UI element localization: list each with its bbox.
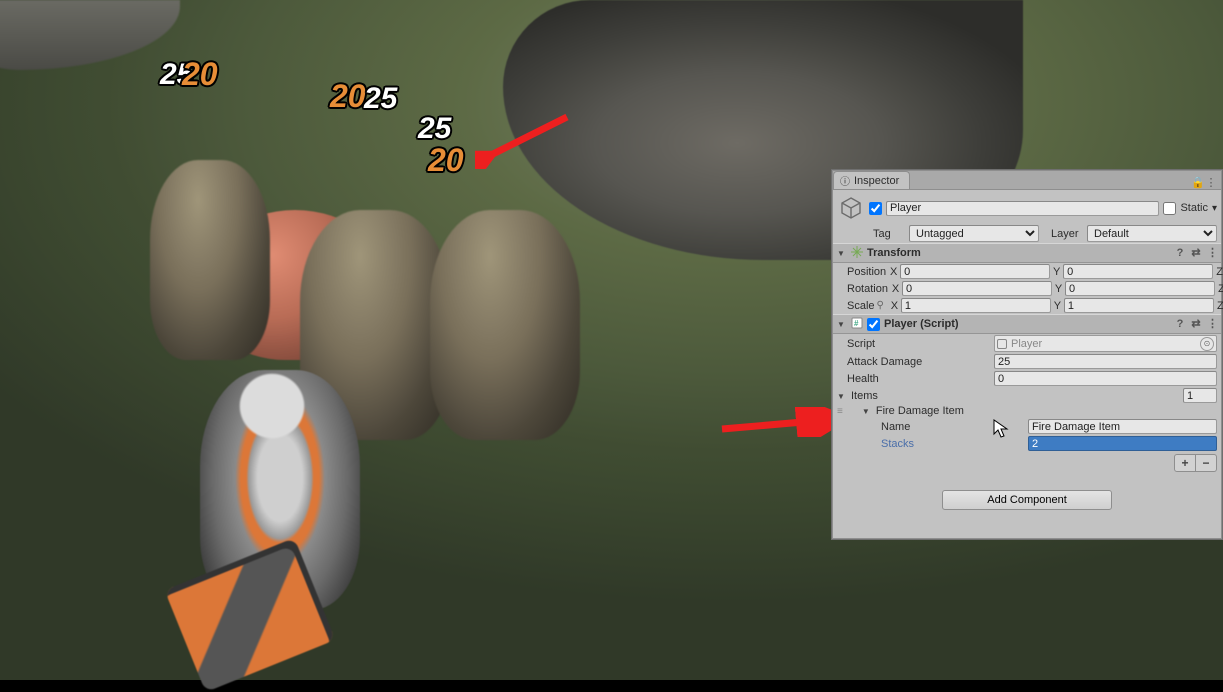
help-icon[interactable]: ? <box>1175 319 1185 330</box>
help-icon[interactable]: ? <box>1175 248 1185 259</box>
add-component-row: Add Component <box>833 476 1221 538</box>
attack-damage-row: Attack Damage <box>833 353 1221 370</box>
annotation-arrow <box>718 407 848 437</box>
items-list-item-header[interactable]: Fire Damage Item <box>833 404 1221 418</box>
items-item0-heading: Fire Damage Item <box>876 405 964 417</box>
axis-z-label: Z <box>1215 300 1223 312</box>
script-object-value: Player <box>1011 338 1042 350</box>
layer-dropdown[interactable]: Default <box>1087 225 1217 242</box>
enemy-zombie <box>430 210 580 440</box>
player-script-component-header[interactable]: # Player (Script) ? ⇄ ⋮ <box>833 314 1221 334</box>
foldout-icon[interactable] <box>837 390 849 402</box>
axis-z-label: Z <box>1216 283 1223 295</box>
items-list-footer: + − <box>833 452 1221 476</box>
damage-number: 25 <box>160 58 193 92</box>
axis-x-label: X <box>889 300 900 312</box>
axis-z-label: Z <box>1214 266 1223 278</box>
static-dropdown-icon[interactable]: ▾ <box>1212 203 1217 214</box>
layer-label: Layer <box>1051 228 1083 240</box>
inspector-tab-label: Inspector <box>854 175 899 187</box>
gameobject-name-field[interactable] <box>886 201 1159 216</box>
list-remove-button[interactable]: − <box>1196 454 1217 472</box>
static-checkbox[interactable] <box>1163 202 1176 215</box>
inspector-tab-bar: ⓘ Inspector 🔒 ⋮ <box>833 171 1221 190</box>
damage-number: 25 <box>364 82 397 116</box>
axis-y-label: Y <box>1051 266 1062 278</box>
axis-y-label: Y <box>1052 300 1063 312</box>
rotation-x-field[interactable] <box>902 281 1052 296</box>
kebab-menu-icon[interactable]: ⋮ <box>1207 319 1217 330</box>
enemy-zombie <box>150 160 270 360</box>
attack-damage-field[interactable] <box>994 354 1217 369</box>
rotation-row: Rotation X Y Z <box>833 280 1221 297</box>
axis-y-label: Y <box>1053 283 1064 295</box>
inspector-panel: ⓘ Inspector 🔒 ⋮ Static ▾ Tag Untagged La… <box>832 170 1222 539</box>
info-icon: ⓘ <box>840 173 850 188</box>
transform-icon <box>851 246 863 261</box>
damage-number: 20 <box>330 78 366 115</box>
scale-label: Scale <box>837 300 875 312</box>
tag-dropdown[interactable]: Untagged <box>909 225 1039 242</box>
damage-number: 20 <box>428 142 464 179</box>
gameobject-icon[interactable] <box>837 194 865 222</box>
static-label: Static <box>1180 202 1208 214</box>
damage-number: 20 <box>182 56 218 93</box>
position-label: Position <box>837 266 886 278</box>
object-picker-icon[interactable]: ⊙ <box>1200 337 1214 351</box>
attack-damage-label: Attack Damage <box>837 356 992 368</box>
script-asset-icon <box>997 339 1007 349</box>
item-name-row: Name <box>833 418 1221 435</box>
list-add-button[interactable]: + <box>1174 454 1196 472</box>
items-list-header[interactable]: Items <box>833 387 1221 404</box>
gameobject-header: Static ▾ <box>833 190 1221 224</box>
health-field[interactable] <box>994 371 1217 386</box>
rotation-y-field[interactable] <box>1065 281 1215 296</box>
script-label: Script <box>837 338 992 350</box>
transform-component-header[interactable]: Transform ? ⇄ ⋮ <box>833 243 1221 263</box>
rotation-label: Rotation <box>837 283 888 295</box>
tag-label: Tag <box>873 228 905 240</box>
item-stacks-field[interactable] <box>1028 436 1217 451</box>
position-y-field[interactable] <box>1063 264 1213 279</box>
scale-x-field[interactable] <box>901 298 1051 313</box>
mouse-cursor <box>993 419 1011 444</box>
script-icon: # <box>851 317 863 332</box>
script-object-field[interactable]: Player ⊙ <box>994 335 1217 352</box>
preset-icon[interactable]: ⇄ <box>1191 319 1201 330</box>
scale-row: Scale ⚲ X Y Z <box>833 297 1221 314</box>
kebab-menu-icon[interactable]: ⋮ <box>1205 176 1217 189</box>
axis-x-label: X <box>890 283 901 295</box>
rock-prop-2 <box>0 0 180 70</box>
item-name-field[interactable] <box>1028 419 1217 434</box>
drag-handle-icon[interactable] <box>837 405 846 417</box>
tag-layer-row: Tag Untagged Layer Default <box>833 224 1221 243</box>
item-stacks-row: Stacks <box>833 435 1221 452</box>
foldout-icon[interactable] <box>848 405 874 417</box>
axis-x-label: X <box>888 266 899 278</box>
position-x-field[interactable] <box>900 264 1050 279</box>
svg-text:#: # <box>854 319 859 328</box>
damage-number: 25 <box>418 112 451 146</box>
lock-icon[interactable]: 🔒 <box>1191 176 1203 189</box>
health-row: Health <box>833 370 1221 387</box>
player-script-title: Player (Script) <box>884 318 1171 330</box>
script-reference-row: Script Player ⊙ <box>833 334 1221 353</box>
items-label: Items <box>851 390 986 402</box>
scale-y-field[interactable] <box>1064 298 1214 313</box>
health-label: Health <box>837 373 992 385</box>
gameobject-active-checkbox[interactable] <box>869 202 882 215</box>
constrain-proportions-icon[interactable]: ⚲ <box>877 300 884 311</box>
add-component-button[interactable]: Add Component <box>942 490 1112 510</box>
position-row: Position X Y Z <box>833 263 1221 280</box>
foldout-icon[interactable] <box>837 247 847 259</box>
foldout-icon[interactable] <box>837 318 847 330</box>
items-count-field[interactable] <box>1183 388 1217 403</box>
component-enabled-checkbox[interactable] <box>867 318 880 331</box>
kebab-menu-icon[interactable]: ⋮ <box>1207 248 1217 259</box>
preset-icon[interactable]: ⇄ <box>1191 248 1201 259</box>
transform-title: Transform <box>867 247 1171 259</box>
inspector-tab[interactable]: ⓘ Inspector <box>833 171 910 189</box>
